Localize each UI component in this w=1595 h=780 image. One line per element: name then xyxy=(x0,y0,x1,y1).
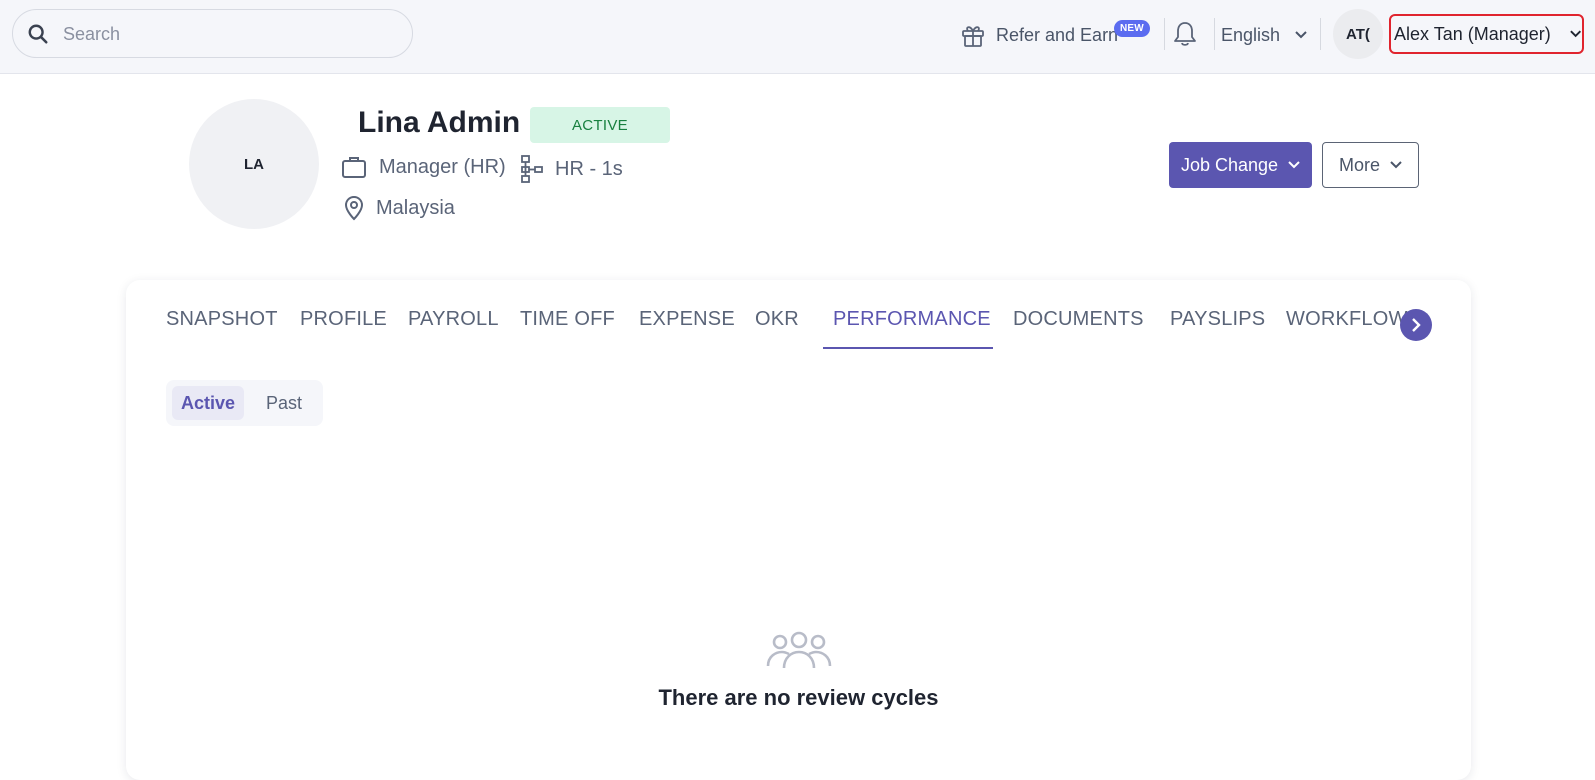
tab-bar: SNAPSHOT PROFILE PAYROLL TIME OFF EXPENS… xyxy=(166,308,1426,350)
active-tab-indicator xyxy=(823,347,993,349)
employee-name: Lina Admin xyxy=(358,106,521,139)
segment-past[interactable]: Past xyxy=(254,386,314,420)
people-group-icon xyxy=(766,631,832,669)
user-name-label: Alex Tan (Manager) xyxy=(1394,23,1551,44)
tab-workflow[interactable]: WORKFLOW xyxy=(1286,308,1408,350)
org-chart-icon xyxy=(521,155,543,183)
chevron-down-icon xyxy=(1288,161,1300,169)
org-unit: HR - 1s xyxy=(555,157,623,180)
chevron-down-icon xyxy=(1390,161,1402,169)
tab-performance[interactable]: PERFORMANCE xyxy=(833,308,991,350)
language-label: English xyxy=(1221,24,1281,45)
gift-icon xyxy=(962,26,984,47)
more-label: More xyxy=(1338,154,1380,175)
refer-and-earn-label: Refer and Earn xyxy=(996,24,1119,45)
tab-payslips[interactable]: PAYSLIPS xyxy=(1170,308,1265,350)
divider xyxy=(1214,18,1215,50)
tab-profile[interactable]: PROFILE xyxy=(300,308,387,350)
tabs-scroll-right-button[interactable] xyxy=(1400,309,1432,341)
chevron-down-icon xyxy=(1569,30,1581,38)
more-button[interactable]: More xyxy=(1322,142,1419,188)
status-badge: ACTIVE xyxy=(530,107,670,143)
job-change-button[interactable]: Job Change xyxy=(1169,142,1312,188)
location: Malaysia xyxy=(376,196,455,219)
top-bar: Refer and Earn NEW English AT( Alex Tan … xyxy=(0,0,1595,74)
employee-avatar: LA xyxy=(189,99,319,229)
search-box[interactable] xyxy=(12,9,413,58)
chevron-down-icon xyxy=(1295,31,1307,39)
job-title-row: Manager (HR) xyxy=(341,155,506,179)
segment-active[interactable]: Active xyxy=(172,386,244,420)
tab-time-off[interactable]: TIME OFF xyxy=(520,308,615,350)
user-avatar[interactable]: AT( xyxy=(1333,9,1383,59)
empty-state-message: There are no review cycles xyxy=(658,685,939,710)
tab-documents[interactable]: DOCUMENTS xyxy=(1013,308,1144,350)
location-pin-icon xyxy=(344,195,364,221)
tab-payroll[interactable]: PAYROLL xyxy=(408,308,499,350)
divider xyxy=(1164,18,1165,50)
chevron-right-icon xyxy=(1412,318,1421,332)
cycle-filter-toggle: Active Past xyxy=(166,380,323,426)
notification-bell-icon[interactable] xyxy=(1172,20,1198,48)
language-dropdown[interactable]: English xyxy=(1221,20,1308,50)
briefcase-icon xyxy=(342,157,366,178)
new-badge: NEW xyxy=(1114,20,1150,37)
profile-card: SNAPSHOT PROFILE PAYROLL TIME OFF EXPENS… xyxy=(126,280,1471,780)
user-menu-dropdown[interactable]: Alex Tan (Manager) xyxy=(1389,14,1584,54)
refer-and-earn-link[interactable]: Refer and Earn NEW xyxy=(960,18,1150,52)
search-input[interactable] xyxy=(63,18,393,50)
location-row: Malaysia xyxy=(344,195,455,221)
tab-okr[interactable]: OKR xyxy=(755,308,799,350)
tab-snapshot[interactable]: SNAPSHOT xyxy=(166,308,278,350)
job-change-label: Job Change xyxy=(1180,154,1279,175)
divider xyxy=(1320,18,1321,50)
search-icon xyxy=(28,24,48,44)
org-row[interactable]: HR - 1s xyxy=(521,155,623,183)
tab-expense[interactable]: EXPENSE xyxy=(639,308,735,350)
job-title: Manager (HR) xyxy=(379,155,506,178)
